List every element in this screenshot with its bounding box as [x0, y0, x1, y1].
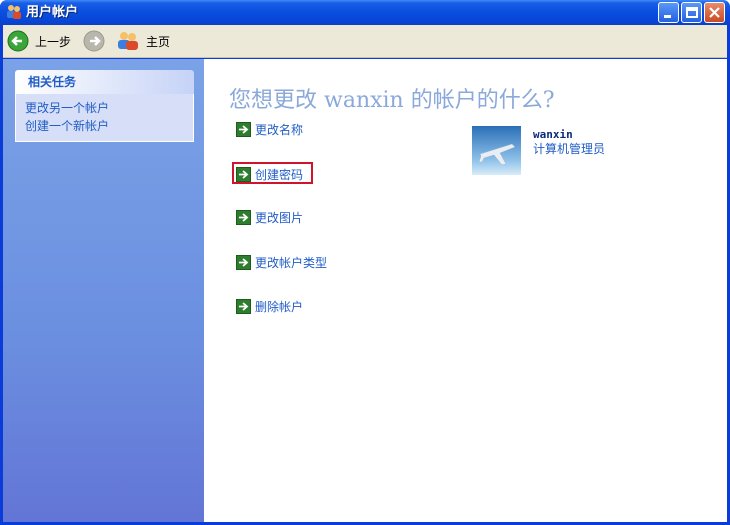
green-arrow-icon — [236, 298, 251, 314]
highlight-box — [232, 162, 313, 184]
users-icon — [6, 4, 22, 20]
page-title: 您想更改 wanxin 的帐户的什么? — [229, 88, 555, 113]
account-info: wanxin 计算机管理员 — [533, 126, 605, 175]
green-arrow-icon — [236, 209, 251, 225]
home-label: 主页 — [146, 34, 171, 49]
back-arrow-icon — [7, 30, 29, 52]
content-area: 相关任务 更改另一个帐户 创建一个新帐户 您想更改 wanxin 的帐户的什么?… — [3, 59, 727, 522]
delete-account-action[interactable]: 删除帐户 — [236, 296, 303, 316]
home-button[interactable]: 主页 — [116, 28, 170, 54]
users-home-icon — [118, 32, 138, 50]
related-tasks-panel: 相关任务 更改另一个帐户 创建一个新帐户 — [15, 70, 194, 142]
delete-account-label: 删除帐户 — [255, 299, 304, 314]
toolbar: 上一步 主页 — [3, 25, 727, 58]
change-name-label: 更改名称 — [255, 122, 304, 137]
title-bar[interactable]: 用户帐户 — [0, 0, 730, 25]
back-label: 上一步 — [35, 34, 72, 49]
change-picture-action[interactable]: 更改图片 — [236, 207, 303, 227]
forward-button[interactable] — [83, 28, 105, 54]
user-accounts-window: 用户帐户 上一步 主页 相关任务 更改另一个帐户 创建一个新帐户 您想更改 wa… — [0, 0, 730, 525]
change-picture-label: 更改图片 — [255, 210, 304, 225]
account-name: wanxin — [533, 128, 573, 141]
related-tasks-list: 更改另一个帐户 创建一个新帐户 — [15, 94, 194, 142]
green-arrow-icon — [236, 254, 251, 270]
account-card: wanxin 计算机管理员 — [472, 126, 605, 175]
minimize-button[interactable] — [658, 2, 679, 23]
change-name-action[interactable]: 更改名称 — [236, 119, 303, 139]
window-title: 用户帐户 — [26, 5, 79, 20]
change-account-type-label: 更改帐户类型 — [255, 255, 328, 270]
change-another-account-link[interactable]: 更改另一个帐户 — [25, 99, 193, 117]
forward-arrow-icon — [83, 30, 105, 52]
close-button[interactable] — [704, 2, 725, 23]
maximize-button[interactable] — [681, 2, 702, 23]
back-button[interactable]: 上一步 — [7, 28, 71, 54]
airplane-picture — [472, 126, 521, 175]
account-role: 计算机管理员 — [533, 142, 606, 156]
green-arrow-icon — [236, 121, 251, 137]
related-tasks-heading: 相关任务 — [15, 70, 194, 94]
sidebar: 相关任务 更改另一个帐户 创建一个新帐户 — [3, 59, 204, 522]
main-panel: 您想更改 wanxin 的帐户的什么? 更改名称 创建密码 更改图片 更改帐户类… — [204, 59, 727, 522]
change-account-type-action[interactable]: 更改帐户类型 — [236, 252, 327, 272]
create-new-account-link[interactable]: 创建一个新帐户 — [25, 117, 193, 135]
